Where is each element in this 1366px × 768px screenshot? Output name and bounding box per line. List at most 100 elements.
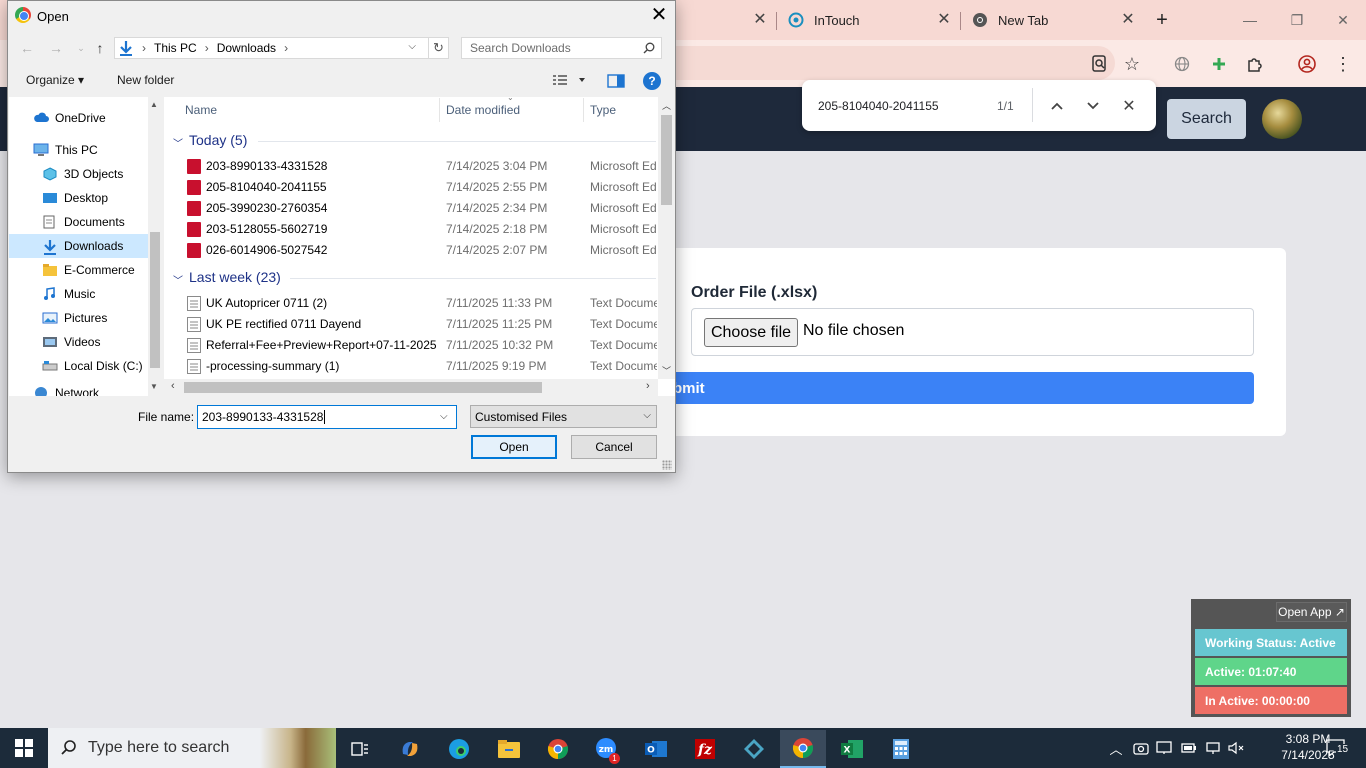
outlook-icon[interactable]: O [633, 730, 679, 768]
chevron-up-icon[interactable] [1046, 95, 1068, 117]
group-today[interactable]: Today (5) [189, 132, 247, 148]
tab-current[interactable]: ✕ [676, 0, 776, 40]
search-button[interactable]: Search [1167, 99, 1246, 139]
close-icon[interactable]: ✕ [936, 12, 952, 28]
file-vertical-scroll-thumb[interactable] [661, 115, 672, 205]
back-arrow-icon[interactable]: ← [17, 38, 37, 58]
chevron-down-icon[interactable]: ﹀ [173, 135, 183, 150]
view-options-icon[interactable] [553, 73, 587, 90]
close-icon[interactable]: ✕ [1118, 95, 1140, 117]
chevron-down-icon[interactable]: ⌵ [408, 41, 416, 52]
scroll-up-icon[interactable]: ▲ [150, 100, 158, 109]
close-icon[interactable]: ✕ [648, 5, 670, 27]
tab-new-tab[interactable]: New Tab ✕ [962, 0, 1144, 40]
nav-item-videos[interactable]: Videos [9, 330, 148, 354]
close-icon[interactable]: ✕ [752, 12, 768, 28]
scroll-down-icon[interactable]: ﹀ [662, 364, 671, 377]
open-button[interactable]: Open [471, 435, 557, 459]
group-last-week[interactable]: Last week (23) [189, 269, 281, 285]
speaker-muted-icon[interactable] [1227, 738, 1245, 758]
search-downloads-input[interactable]: Search Downloads [461, 37, 662, 59]
nav-item-e-commerce[interactable]: E-Commerce [9, 258, 148, 282]
submit-button[interactable]: bmit [640, 372, 1254, 404]
scroll-left-icon[interactable]: ‹ [171, 380, 175, 392]
calculator-icon[interactable] [878, 730, 924, 768]
scroll-up-icon[interactable]: ︿ [662, 99, 671, 112]
new-tab-button[interactable]: + [1152, 10, 1172, 30]
file-name-input[interactable]: 203-8990133-4331528 [197, 405, 457, 429]
edge-icon[interactable] [436, 730, 482, 768]
bookmark-star-icon[interactable]: ☆ [1120, 52, 1144, 76]
chevron-up-icon[interactable]: ︿ [1108, 738, 1124, 758]
file-row[interactable]: 026-6014906-5027542 7/14/2025 2:07 PM Micr… [185, 240, 657, 261]
filezilla-icon[interactable]: fz [682, 730, 728, 768]
file-row[interactable]: 203-8990133-4331528 7/14/2025 3:04 PM Micr… [185, 156, 657, 177]
file-row[interactable]: 203-5128055-5602719 7/14/2025 2:18 PM Micr… [185, 219, 657, 240]
profile-icon[interactable] [1295, 52, 1319, 76]
file-horizontal-scroll-thumb[interactable] [184, 382, 542, 393]
notifications-icon[interactable]: 15 [1322, 738, 1350, 758]
scroll-down-icon[interactable]: ▼ [150, 382, 158, 391]
breadcrumb-this-pc[interactable]: This PC [154, 41, 197, 55]
nav-item-3d-objects[interactable]: 3D Objects [9, 162, 148, 186]
camera-icon[interactable] [1132, 738, 1150, 758]
nav-item-onedrive[interactable]: OneDrive [9, 106, 148, 130]
cancel-button[interactable]: Cancel [571, 435, 657, 459]
file-row[interactable]: 205-8104040-2041155 7/14/2025 2:55 PM Micr… [185, 177, 657, 198]
taskbar-search[interactable]: Type here to search [48, 728, 336, 768]
preview-pane-icon[interactable] [607, 74, 625, 91]
nav-scroll-thumb[interactable] [150, 232, 160, 368]
nav-item-this-pc[interactable]: This PC [9, 138, 148, 162]
column-type[interactable]: Type [590, 103, 616, 117]
file-row[interactable]: Referral+Fee+Preview+Report+07-11-2025 7/… [185, 335, 657, 356]
network-icon[interactable] [1204, 738, 1222, 758]
file-row[interactable]: 205-3990230-2760354 7/14/2025 2:34 PM Micr… [185, 198, 657, 219]
tab-intouch[interactable]: InTouch ✕ [778, 0, 960, 40]
window-close-button[interactable]: ✕ [1331, 8, 1355, 32]
column-date-modified[interactable]: Date modified [446, 103, 520, 117]
extension-icon[interactable] [1207, 52, 1231, 76]
refresh-icon[interactable]: ↻ [429, 37, 449, 59]
address-breadcrumb[interactable]: › This PC › Downloads › ⌵ [114, 37, 429, 59]
address-bar[interactable] [675, 46, 1115, 80]
chrome-active-icon[interactable] [780, 730, 826, 768]
file-row[interactable]: UK Autopricer 0711 (2) 7/11/2025 11:33 PM… [185, 293, 657, 314]
zoom-icon[interactable]: zm 1 [584, 730, 630, 768]
file-row[interactable]: UK PE rectified 0711 Dayend 7/11/2025 11:… [185, 314, 657, 335]
battery-icon[interactable] [1180, 738, 1198, 758]
column-name[interactable]: Name [185, 103, 217, 117]
nav-item-local-disk-c[interactable]: Local Disk (C:) [9, 354, 148, 378]
open-app-button[interactable]: Open App ↗ [1276, 602, 1347, 622]
diamond-app-icon[interactable] [731, 730, 777, 768]
column-divider[interactable] [583, 98, 584, 122]
up-arrow-icon[interactable]: ↑ [90, 38, 110, 58]
display-icon[interactable] [1155, 738, 1173, 758]
nav-item-documents[interactable]: Documents [9, 210, 148, 234]
excel-icon[interactable]: X [829, 730, 875, 768]
chevron-down-icon[interactable] [1082, 95, 1104, 117]
find-in-page-icon[interactable] [1088, 52, 1112, 76]
puzzle-icon[interactable] [1243, 52, 1267, 76]
file-row[interactable]: -processing-summary (1) 7/11/2025 9:19 PM… [185, 356, 657, 377]
choose-file-button[interactable]: Choose file [704, 318, 798, 347]
resize-grip[interactable] [662, 460, 672, 470]
recent-locations-icon[interactable]: ⌄ [71, 38, 91, 58]
file-explorer-icon[interactable] [486, 730, 532, 768]
nav-item-network[interactable]: Network [9, 386, 148, 396]
chevron-down-icon[interactable]: ⌵ [440, 411, 448, 422]
column-divider[interactable] [439, 98, 440, 122]
restore-button[interactable]: ❐ [1285, 8, 1309, 32]
find-input[interactable]: 205-8104040-2041155 [818, 99, 939, 113]
scroll-right-icon[interactable]: › [646, 380, 650, 392]
nav-item-downloads[interactable]: Downloads [9, 234, 149, 258]
chevron-down-icon[interactable]: ﹀ [173, 272, 183, 287]
nav-item-pictures[interactable]: Pictures [9, 306, 148, 330]
minimize-button[interactable]: — [1238, 8, 1262, 32]
globe-icon[interactable] [1170, 52, 1194, 76]
breadcrumb-downloads[interactable]: Downloads [217, 41, 276, 55]
file-type-select[interactable]: Customised Files ⌵ [470, 405, 657, 428]
close-icon[interactable]: ✕ [1120, 12, 1136, 28]
task-view-button[interactable] [337, 730, 383, 768]
nav-item-music[interactable]: Music [9, 282, 148, 306]
avatar[interactable] [1262, 99, 1302, 139]
